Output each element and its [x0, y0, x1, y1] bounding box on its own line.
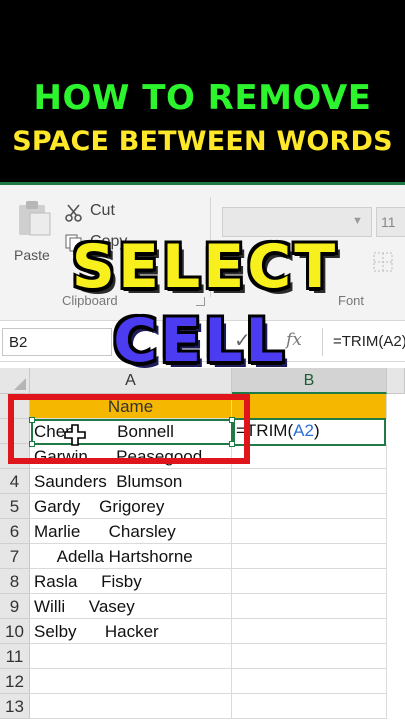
cell-a12[interactable] — [30, 669, 232, 694]
row-header[interactable]: 7 — [0, 544, 30, 569]
cell-a8[interactable]: Rasla Fisby — [30, 569, 232, 594]
paste-label[interactable]: Paste — [14, 247, 50, 263]
cell-cursor-icon — [64, 424, 86, 446]
overlay-cell-text: CELL — [113, 306, 287, 376]
cell-b12[interactable] — [232, 669, 387, 694]
cell-a13[interactable] — [30, 694, 232, 719]
name-box[interactable]: B2 — [2, 328, 112, 356]
cell-a6[interactable]: Marlie Charsley — [30, 519, 232, 544]
paste-icon[interactable] — [14, 199, 52, 237]
cut-label[interactable]: Cut — [90, 202, 115, 220]
title-banner: HOW TO REMOVE SPACE BETWEEN WORDS — [0, 0, 405, 182]
cell-b6[interactable] — [232, 519, 387, 544]
chevron-down-icon[interactable]: ▼ — [352, 215, 363, 227]
cell-a11[interactable] — [30, 644, 232, 669]
cell-b13[interactable] — [232, 694, 387, 719]
select-all-corner[interactable] — [0, 368, 30, 394]
overlay-select-text: SELECT — [71, 232, 339, 302]
row-header[interactable]: 10 — [0, 619, 30, 644]
cell-b10[interactable] — [232, 619, 387, 644]
cell-a9[interactable]: Willi Vasey — [30, 594, 232, 619]
cell-b5[interactable] — [232, 494, 387, 519]
row-header[interactable]: 6 — [0, 519, 30, 544]
cell-a5[interactable]: Gardy Grigorey — [30, 494, 232, 519]
row-header[interactable]: 13 — [0, 694, 30, 719]
row-header[interactable]: 5 — [0, 494, 30, 519]
cell-b4[interactable] — [232, 469, 387, 494]
scissors-icon[interactable] — [64, 203, 84, 223]
row-header[interactable]: 4 — [0, 469, 30, 494]
font-size-dropdown[interactable]: 11 — [376, 207, 405, 237]
column-header-c[interactable] — [387, 368, 405, 394]
row-header[interactable]: 12 — [0, 669, 30, 694]
cell-a10[interactable]: Selby Hacker — [30, 619, 232, 644]
row-header[interactable]: 9 — [0, 594, 30, 619]
row-header[interactable]: 11 — [0, 644, 30, 669]
title-line-1: HOW TO REMOVE — [33, 78, 372, 118]
formula-input[interactable]: =TRIM(A2) — [322, 328, 405, 356]
cell-b3[interactable] — [232, 444, 387, 469]
borders-icon[interactable] — [372, 251, 394, 273]
title-line-2: SPACE BETWEEN WORDS — [12, 126, 393, 157]
cell-a4[interactable]: Saunders Blumson — [30, 469, 232, 494]
header-cell-b1[interactable] — [232, 394, 387, 419]
cell-a7[interactable]: Adella Hartshorne — [30, 544, 232, 569]
cell-b7[interactable] — [232, 544, 387, 569]
formula-reference-text: A2 — [293, 421, 314, 440]
cell-b9[interactable] — [232, 594, 387, 619]
formula-close-paren: ) — [313, 421, 320, 440]
cell-b8[interactable] — [232, 569, 387, 594]
cell-b11[interactable] — [232, 644, 387, 669]
row-header[interactable]: 8 — [0, 569, 30, 594]
highlight-frame — [8, 394, 250, 464]
spreadsheet-grid: A B Name Chen Bonnell Garwin Peasegood 4… — [0, 362, 405, 720]
